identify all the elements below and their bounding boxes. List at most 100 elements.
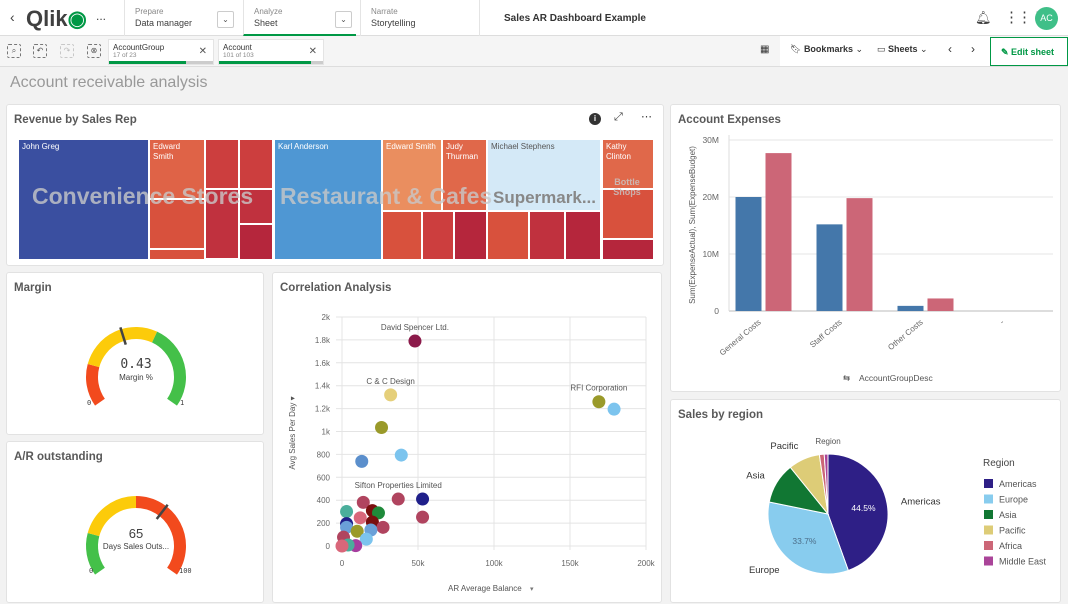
margin-panel: Margin 0.43 Margin % 0 1 — [6, 272, 264, 435]
sheets-label: Sheets — [888, 44, 918, 54]
edit-sheet-button[interactable]: ✎ Edit sheet — [990, 37, 1068, 66]
sheets-icon: ▭ — [877, 44, 889, 54]
bookmark-icon: 🔖︎ — [790, 44, 804, 54]
clear-selections-icon[interactable]: ⊗ — [87, 44, 101, 58]
previous-sheet-icon[interactable]: ‹ — [948, 42, 952, 56]
legend-swatch — [984, 494, 993, 504]
qlik-logo[interactable]: Qlik◉ — [26, 6, 87, 32]
data-point — [416, 510, 430, 524]
treemap-cell[interactable] — [487, 211, 529, 260]
tab-analyze[interactable]: Analyze Sheet ⌄ — [243, 0, 356, 36]
edit-label: Edit sheet — [1011, 47, 1055, 57]
correlation-panel: Correlation Analysis 0 200 400 600 800 1k 1.2k… — [272, 272, 662, 603]
y-tick-label: 800 — [317, 450, 331, 459]
y-tick-label: 20M — [702, 192, 719, 202]
info-icon[interactable]: i — [589, 113, 601, 125]
sheets-button[interactable]: ▭ Sheets ⌄ — [877, 44, 928, 55]
margin-gauge[interactable] — [7, 273, 265, 436]
data-point — [353, 511, 367, 525]
y-tick-label: 400 — [317, 496, 331, 505]
bar — [846, 198, 873, 311]
gauge-max: 100 — [179, 567, 192, 575]
treemap-cell[interactable] — [422, 211, 454, 260]
more-options-icon[interactable]: ⋯ — [641, 110, 652, 123]
chip-field: Account — [223, 43, 252, 52]
chevron-down-icon[interactable]: ⌄ — [217, 11, 234, 28]
data-view-icon[interactable]: ▦ — [760, 44, 769, 55]
chevron-down-icon[interactable]: ⌄ — [335, 11, 352, 28]
gauge-label: Margin % — [119, 373, 153, 382]
smart-search-icon[interactable]: ⌕ — [7, 44, 21, 58]
treemap-cell[interactable] — [529, 211, 565, 260]
treemap-cell[interactable] — [565, 211, 601, 260]
data-point — [408, 334, 422, 348]
x-axis-dropdown-icon: ▾ — [530, 586, 534, 593]
y-tick-label: 600 — [317, 473, 331, 482]
treemap-cell[interactable] — [454, 211, 487, 260]
point-label: Sifton Properties Limited — [355, 481, 442, 490]
data-point — [384, 388, 398, 402]
gauge-min: 0 — [89, 567, 94, 575]
treemap-cell[interactable] — [382, 211, 422, 260]
close-icon[interactable]: ✕ — [199, 46, 207, 57]
x-tick-label: Other Costs — [886, 318, 924, 352]
scatter-chart[interactable]: 0 200 400 600 800 1k 1.2k 1.4k 1.6k 1.8k 2k 0 50k 100… — [273, 273, 663, 604]
point-label: RFI Corporation — [570, 384, 627, 393]
x-axis-title-icon: ⇆ — [843, 373, 851, 383]
treemap-cell[interactable] — [205, 139, 239, 189]
page-title: Account receivable analysis — [10, 74, 208, 91]
treemap-cell[interactable] — [239, 139, 273, 189]
legend-item: Middle East — [999, 557, 1047, 567]
y-tick-label: 0 — [714, 306, 719, 316]
tab-prepare[interactable]: Prepare Data manager ⌄ — [124, 0, 242, 36]
point-label: C & C Design — [366, 377, 414, 386]
legend-swatch — [984, 525, 993, 535]
x-axis-title: AccountGroupDesc — [859, 373, 933, 383]
data-point — [335, 539, 349, 553]
treemap-cell[interactable] — [239, 224, 273, 260]
treemap-cell[interactable] — [602, 239, 654, 260]
y-tick-label: 2k — [322, 313, 331, 322]
bell-icon[interactable]: 🔔︎ — [975, 10, 992, 26]
x-axis-title: AR Average Balance — [448, 584, 522, 593]
y-tick-label: 200 — [317, 519, 331, 528]
x-tick-label: 200k — [637, 559, 655, 568]
back-icon[interactable]: ‹ — [10, 9, 15, 25]
treemap-group-label: Bottle Shops — [613, 177, 641, 197]
x-tick-label: General Costs — [718, 318, 763, 358]
legend-swatch — [984, 510, 993, 519]
account-expenses-panel: Account Expenses 0 10M 20M 30M General Costs… — [670, 104, 1061, 392]
treemap-cell[interactable] — [149, 249, 205, 260]
pie-chart[interactable]: 44.5% Americas 33.7% Europe Asia Pacific Regio… — [671, 400, 1062, 604]
chip-field: AccountGroup — [113, 43, 165, 52]
slice-name-label: Pacific — [770, 441, 798, 452]
avatar[interactable]: AC — [1035, 7, 1058, 30]
bookmarks-button[interactable]: 🔖︎ Bookmarks ⌄ — [790, 44, 863, 55]
x-tick-label: - — [998, 317, 1006, 326]
bar — [897, 305, 924, 311]
expand-icon[interactable]: ⤢ — [614, 111, 623, 124]
legend-item: Asia — [999, 510, 1017, 520]
selection-chip-account[interactable]: Account 101 of 103 ✕ — [218, 39, 324, 65]
bar-chart[interactable]: 0 10M 20M 30M General Costs Staff Costs Other … — [671, 105, 1062, 393]
gauge-label: Days Sales Outs... — [102, 542, 170, 551]
ar-gauge[interactable] — [7, 442, 265, 604]
pie-dimension-label: Region — [815, 437, 840, 446]
close-icon[interactable]: ✕ — [309, 46, 317, 57]
selection-chip-accountgroup[interactable]: AccountGroup 17 of 23 ✕ — [108, 39, 214, 65]
step-forward-icon[interactable]: ↷ — [60, 44, 74, 58]
selection-bar — [219, 61, 323, 64]
top-bar: ‹ Qlik◉ ... Prepare Data manager ⌄ Analyze… — [0, 0, 1068, 36]
treemap[interactable]: John Greg Edward Smith Karl Anderson Edward… — [18, 139, 654, 260]
panel-title: Revenue by Sales Rep — [14, 114, 137, 126]
more-menu-icon[interactable]: ... — [96, 9, 106, 23]
tab-value: Storytelling — [371, 18, 416, 28]
logo-text: Qlik — [26, 6, 68, 31]
slice-value-label: 44.5% — [851, 503, 876, 513]
step-back-icon[interactable]: ↶ — [33, 44, 47, 58]
next-sheet-icon[interactable]: › — [971, 42, 975, 56]
legend-item: Europe — [999, 495, 1028, 505]
slice-name-label: Asia — [746, 471, 765, 482]
legend-swatch — [984, 541, 993, 550]
tab-narrate[interactable]: Narrate Storytelling — [360, 0, 480, 36]
